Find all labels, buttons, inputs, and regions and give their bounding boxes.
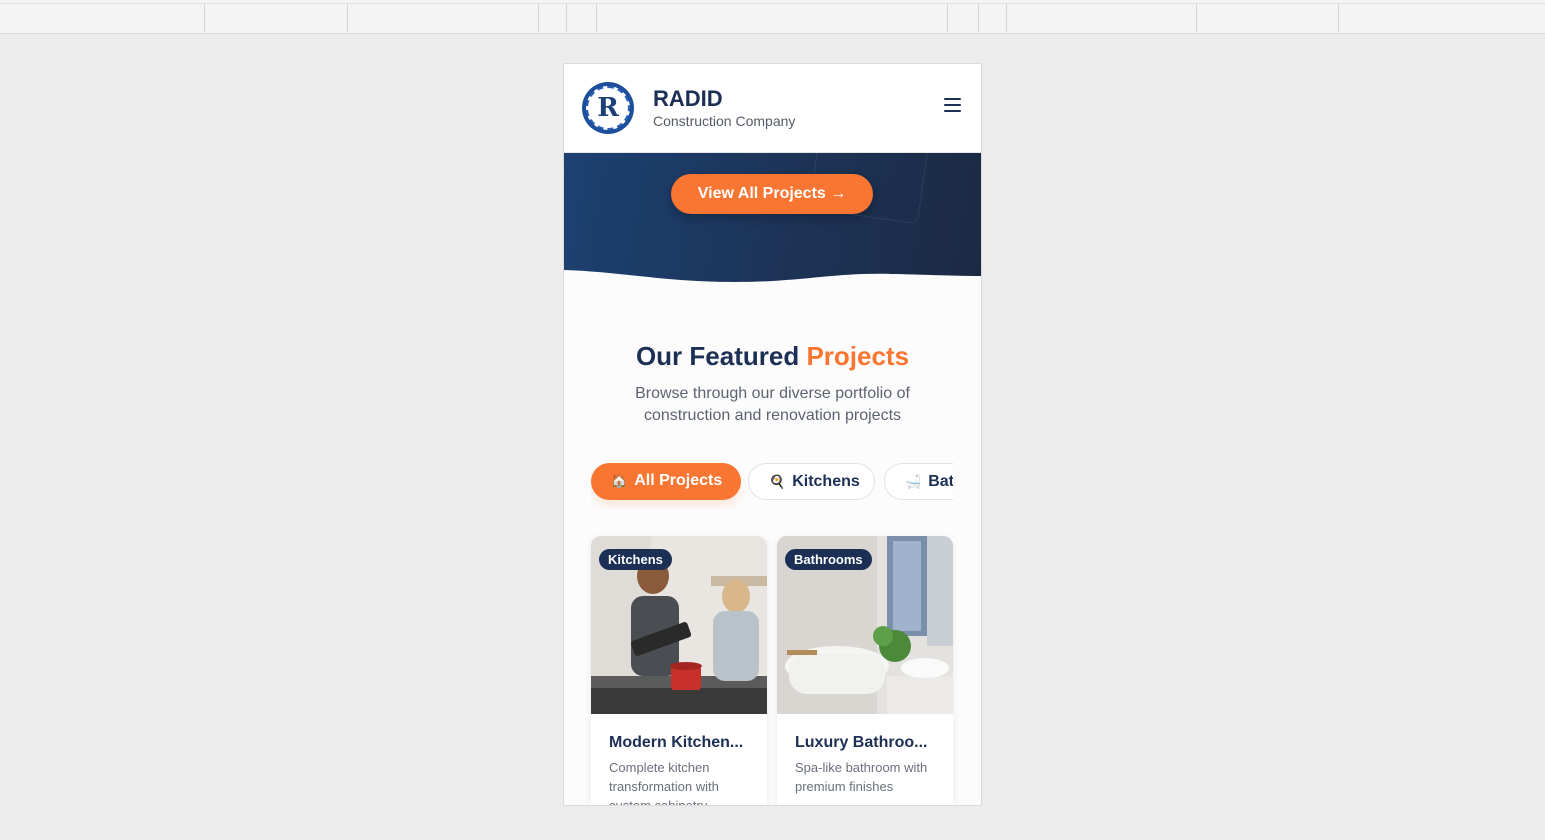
- toolbar-divider: [1196, 4, 1197, 32]
- toolbar-divider: [1338, 4, 1339, 32]
- cooking-icon: 🍳: [769, 474, 786, 489]
- project-image-bathroom: Bathrooms: [777, 536, 953, 714]
- project-card[interactable]: Bathrooms Luxury Bathroo... Spa-like bat…: [777, 536, 953, 805]
- toolbar-divider: [566, 4, 567, 32]
- toolbar-divider: [538, 4, 539, 32]
- filter-label: Kitchens: [792, 473, 860, 490]
- toolbar-divider: [978, 4, 979, 32]
- filter-kitchens[interactable]: 🍳 Kitchens: [748, 463, 875, 500]
- toolbar-divider: [1006, 4, 1007, 32]
- project-description: Complete kitchen transformation with cus…: [609, 760, 719, 805]
- house-icon: 🏠: [611, 473, 628, 488]
- toolbar-divider: [347, 4, 348, 32]
- site-header: R RADID Construction Company: [564, 64, 981, 153]
- section-title-main: Our Featured: [635, 341, 800, 371]
- toolbar-divider: [596, 4, 597, 32]
- project-description: Spa-like bathroom with premium finishes: [795, 760, 928, 794]
- toolbar-divider: [947, 4, 948, 32]
- project-title: Luxury Bathroo...: [795, 734, 928, 751]
- logo-letter: R: [597, 93, 619, 123]
- section-title-accent: Projects: [806, 341, 910, 371]
- project-card[interactable]: Kitchens Modern Kitchen... Complete kitc…: [591, 536, 767, 805]
- view-all-projects-button[interactable]: View All Projects →: [671, 174, 873, 214]
- project-title: Modern Kitchen...: [609, 734, 744, 751]
- browser-toolbar: [0, 0, 1545, 34]
- mobile-viewport: R RADID Construction Company View All Pr…: [564, 64, 981, 805]
- filter-bathrooms[interactable]: 🛁 Bat: [884, 463, 953, 500]
- hero-banner: View All Projects →: [564, 153, 981, 286]
- project-image-kitchen: Kitchens: [591, 536, 767, 714]
- section-subtitle: Browse through our diverse portfolio of …: [635, 385, 910, 424]
- category-badge: Bathrooms: [785, 549, 872, 570]
- toolbar-divider: [204, 4, 205, 32]
- brand-name: RADID: [653, 86, 723, 111]
- wave-divider: [564, 270, 981, 286]
- filter-label: Bat: [928, 473, 953, 490]
- bathtub-icon: 🛁: [905, 474, 922, 489]
- company-logo[interactable]: R: [582, 82, 634, 134]
- filter-all-projects[interactable]: 🏠 All Projects: [591, 463, 741, 500]
- brand-block[interactable]: RADID Construction Company: [653, 86, 795, 130]
- project-filter-tabs: 🏠 All Projects 🍳 Kitchens 🛁 Bat: [591, 463, 953, 509]
- section-title: Our Featured Projects: [564, 341, 981, 372]
- featured-projects-section: Our Featured Projects Browse through our…: [564, 286, 981, 805]
- filter-label: All Projects: [634, 472, 723, 489]
- category-badge: Kitchens: [599, 549, 672, 570]
- brand-tagline: Construction Company: [653, 113, 796, 129]
- hamburger-menu-icon[interactable]: [944, 98, 961, 112]
